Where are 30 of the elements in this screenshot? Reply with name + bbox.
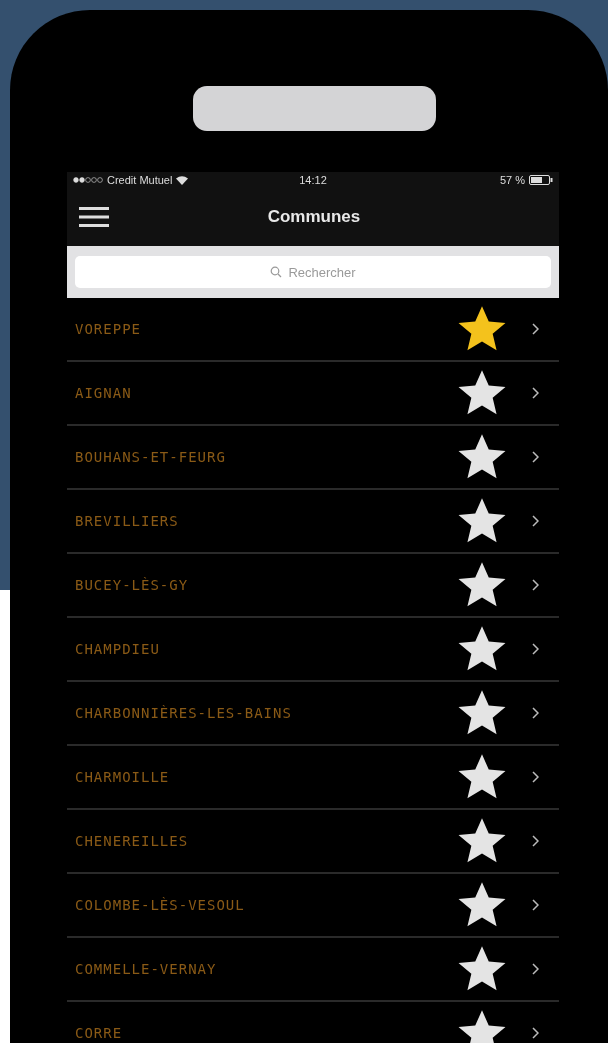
commune-row[interactable]: CHARBONNIÈRES-LES-BAINS [67,682,559,746]
commune-row[interactable]: AIGNAN [67,362,559,426]
commune-name: COLOMBE-LÈS-VESOUL [75,897,246,913]
commune-name: COMMELLE-VERNAY [75,961,218,977]
commune-row[interactable]: BUCEY-LÈS-GY [67,554,559,618]
clock-time: 14:12 [299,174,327,186]
commune-row[interactable]: CHARMOILLE [67,746,559,810]
commune-name: AIGNAN [75,385,133,401]
commune-row[interactable]: CHENEREILLES [67,810,559,874]
search-field[interactable]: Rechercher [75,256,551,288]
battery-percent: 57 % [499,174,525,186]
commune-name: VOREPPE [75,321,142,337]
commune-name: BREVILLIERS [75,513,180,529]
commune-row[interactable]: BOUHANS-ET-FEURG [67,426,559,490]
commune-row[interactable]: COMMELLE-VERNAY [67,938,559,1002]
commune-name: BUCEY-LÈS-GY [75,577,190,593]
commune-row[interactable]: BREVILLIERS [67,490,559,554]
commune-row[interactable]: VOREPPE [67,298,559,362]
carrier-name: Credit Mutuel [107,174,173,186]
screen-title: Communes [266,207,362,227]
commune-name: CORRE [75,1025,124,1041]
commune-row[interactable]: COLOMBE-LÈS-VESOUL [67,874,559,938]
commune-row[interactable]: CHAMPDIEU [67,618,559,682]
search-placeholder: Rechercher [288,264,356,280]
commune-name: CHARMOILLE [75,769,171,785]
commune-name: CHENEREILLES [75,833,190,849]
commune-row[interactable]: CORRE [67,1002,559,1043]
commune-name: CHAMPDIEU [75,641,161,657]
commune-name: BOUHANS-ET-FEURG [75,449,227,465]
commune-name: CHARBONNIÈRES-LES-BAINS [75,705,293,721]
